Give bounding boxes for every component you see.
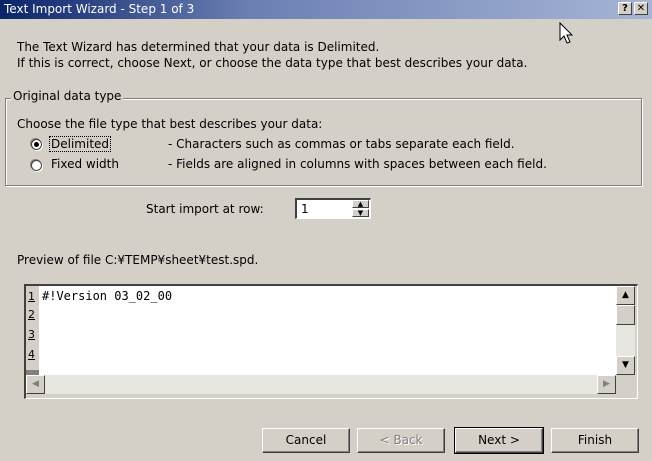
close-icon[interactable]: ✕ [634, 2, 648, 15]
spin-up-icon[interactable]: ▲ [352, 200, 369, 208]
intro-line-1: The Text Wizard has determined that your… [17, 40, 380, 54]
row-number: 1 [28, 290, 38, 307]
vertical-scroll-thumb[interactable] [616, 305, 635, 325]
scroll-right-icon[interactable]: ▶ [597, 375, 616, 394]
scroll-up-icon[interactable]: ▲ [616, 286, 635, 305]
preview-pane[interactable]: 1 #!Version 03_02_00 2 3 4 ▲ ▼ ◀ ▶ [24, 284, 638, 399]
group-legend: Original data type [11, 89, 124, 103]
intro-line-2: If this is correct, choose Next, or choo… [17, 56, 528, 70]
row-number: 2 [28, 308, 38, 325]
radio-selected-dot [34, 142, 39, 147]
next-button[interactable]: Next > [454, 427, 544, 454]
help-icon[interactable]: ? [618, 2, 632, 15]
spin-down-icon[interactable]: ▼ [352, 209, 369, 217]
preview-label: Preview of file C:¥TEMP¥sheet¥test.spd. [17, 253, 259, 267]
radio-delimited-label[interactable]: Delimited [49, 136, 112, 152]
radio-fixed-width-label[interactable]: Fixed width [51, 157, 119, 171]
vertical-scrollbar[interactable]: ▲ ▼ [616, 286, 635, 375]
fixed-width-description: - Fields are aligned in columns with spa… [168, 157, 547, 171]
row-number: 4 [28, 348, 38, 365]
radio-button[interactable] [31, 160, 42, 171]
preview-content: 1 #!Version 03_02_00 2 3 4 [26, 286, 616, 375]
row-number: 3 [28, 328, 38, 345]
cancel-button[interactable]: Cancel [262, 428, 350, 453]
scrollbar-corner [616, 375, 635, 394]
window-title: Text Import Wizard - Step 1 of 3 [4, 2, 195, 16]
delimited-description: - Characters such as commas or tabs sepa… [168, 137, 515, 151]
scroll-left-icon[interactable]: ◀ [26, 375, 45, 394]
file-type-prompt: Choose the file type that best describes… [17, 117, 323, 131]
back-button[interactable]: < Back [357, 428, 445, 453]
start-row-input[interactable]: 1 [301, 202, 309, 216]
preview-row-text: #!Version 03_02_00 [42, 289, 173, 303]
horizontal-scrollbar[interactable]: ◀ ▶ [26, 375, 616, 394]
radio-button[interactable] [31, 139, 42, 150]
scroll-down-icon[interactable]: ▼ [616, 356, 635, 375]
start-row-spinner[interactable]: 1 ▲ ▼ [295, 198, 371, 219]
radio-fixed-width[interactable]: Fixed width [31, 156, 161, 172]
start-row-label: Start import at row: [146, 202, 264, 216]
mouse-cursor-icon [559, 22, 574, 44]
radio-delimited[interactable]: Delimited [31, 136, 161, 152]
finish-button[interactable]: Finish [551, 428, 639, 453]
title-bar[interactable]: Text Import Wizard - Step 1 of 3 ? ✕ [0, 0, 652, 19]
